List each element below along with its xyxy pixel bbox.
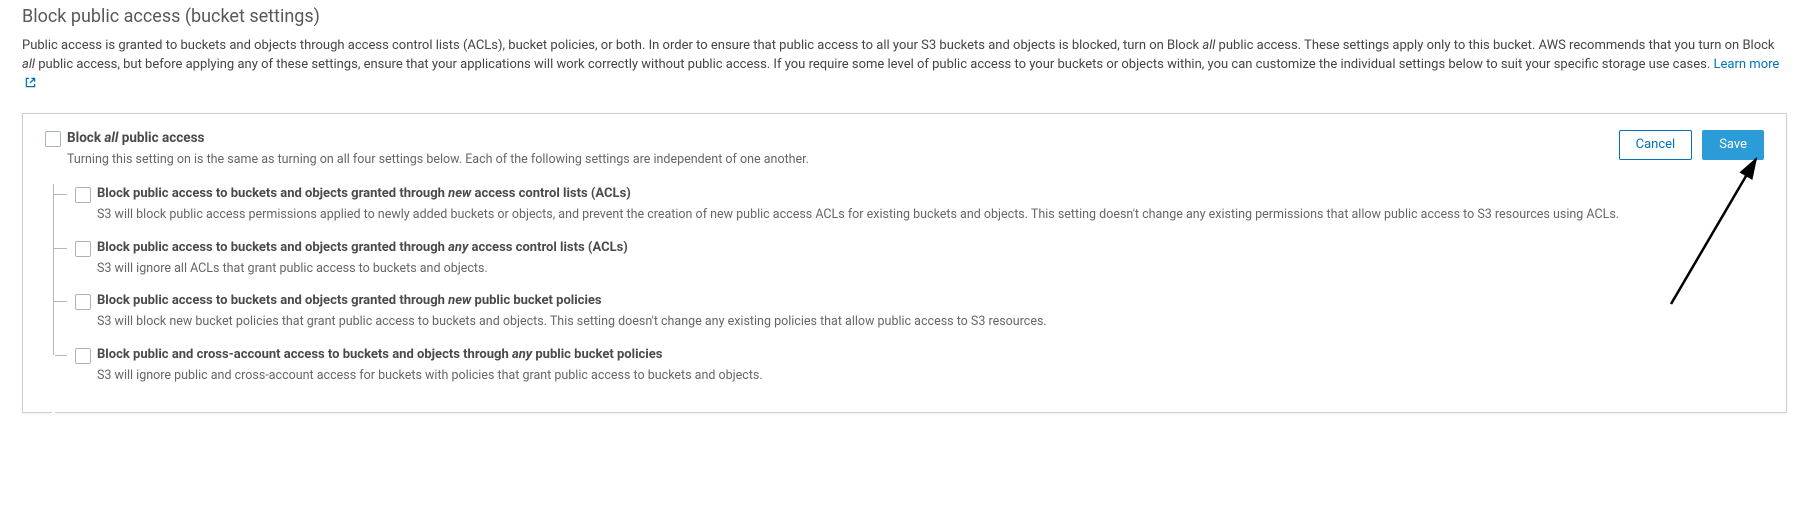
sub-option-new-acls: Block public access to buckets and objec… [53,186,1764,224]
desc-em-2: all [22,57,35,72]
settings-panel: Block all public access Turning this set… [22,113,1787,414]
desc-text-2: public access. These settings apply only… [1215,38,1774,53]
block-all-title: Block all public access [67,130,204,146]
tree-branch-icon [53,194,67,195]
tree-branch-icon [53,355,67,356]
sub-desc-new-policies: S3 will block new bucket policies that g… [97,313,1764,331]
learn-more-text: Learn more [1714,57,1780,72]
sub-desc-any-policies: S3 will ignore public and cross-account … [97,367,1764,385]
desc-text-1: Public access is granted to buckets and … [22,38,1202,53]
desc-text-3: public access, but before applying any o… [35,57,1714,72]
block-all-title-prefix: Block [67,130,104,146]
sub-desc-new-acls: S3 will block public access permissions … [97,206,1764,224]
sub-title-new-acls: Block public access to buckets and objec… [97,186,631,201]
sub-desc-any-acls: S3 will ignore all ACLs that grant publi… [97,260,1764,278]
sub-option-any-policies: Block public and cross-account access to… [53,347,1764,385]
tree-branch-icon [53,301,67,302]
sub-title-em: any [512,347,532,362]
tree-branch-icon [53,248,67,249]
sub-title-any-policies: Block public and cross-account access to… [97,347,662,362]
save-button[interactable]: Save [1702,130,1764,160]
action-buttons: Cancel Save [1619,130,1764,160]
section-description: Public access is granted to buckets and … [22,37,1787,95]
sub-title-any-acls: Block public access to buckets and objec… [97,240,628,255]
sub-title-suffix: access control lists (ACLs) [471,186,631,201]
sub-option-any-acls: Block public access to buckets and objec… [53,240,1764,278]
sub-title-prefix: Block public access to buckets and objec… [97,240,448,255]
sub-option-new-policies: Block public access to buckets and objec… [53,293,1764,331]
block-all-title-em: all [104,130,118,146]
sub-checkbox-any-acls[interactable] [75,241,91,257]
sub-title-new-policies: Block public access to buckets and objec… [97,293,602,308]
sub-title-prefix: Block public access to buckets and objec… [97,186,448,201]
tree-stop [52,355,55,415]
external-link-icon [25,76,36,95]
sub-title-suffix: access control lists (ACLs) [468,240,628,255]
block-all-desc: Turning this setting on is the same as t… [67,151,1599,169]
sub-title-em: new [448,293,471,308]
desc-em-1: all [1202,38,1215,53]
sub-checkbox-new-acls[interactable] [75,187,91,203]
sub-title-suffix: public bucket policies [532,347,662,362]
sub-title-prefix: Block public access to buckets and objec… [97,293,448,308]
sub-options-list: Block public access to buckets and objec… [53,186,1764,384]
sub-checkbox-any-policies[interactable] [75,348,91,364]
cancel-button[interactable]: Cancel [1619,130,1693,160]
sub-title-em: any [448,240,468,255]
sub-checkbox-new-policies[interactable] [75,294,91,310]
block-all-checkbox[interactable] [45,131,61,147]
sub-title-em: new [448,186,471,201]
sub-title-suffix: public bucket policies [471,293,601,308]
block-all-title-suffix: public access [118,130,204,146]
sub-title-prefix: Block public and cross-account access to… [97,347,512,362]
section-title: Block public access (bucket settings) [22,6,1787,27]
block-all-public-access-option: Block all public access Turning this set… [45,130,1599,169]
